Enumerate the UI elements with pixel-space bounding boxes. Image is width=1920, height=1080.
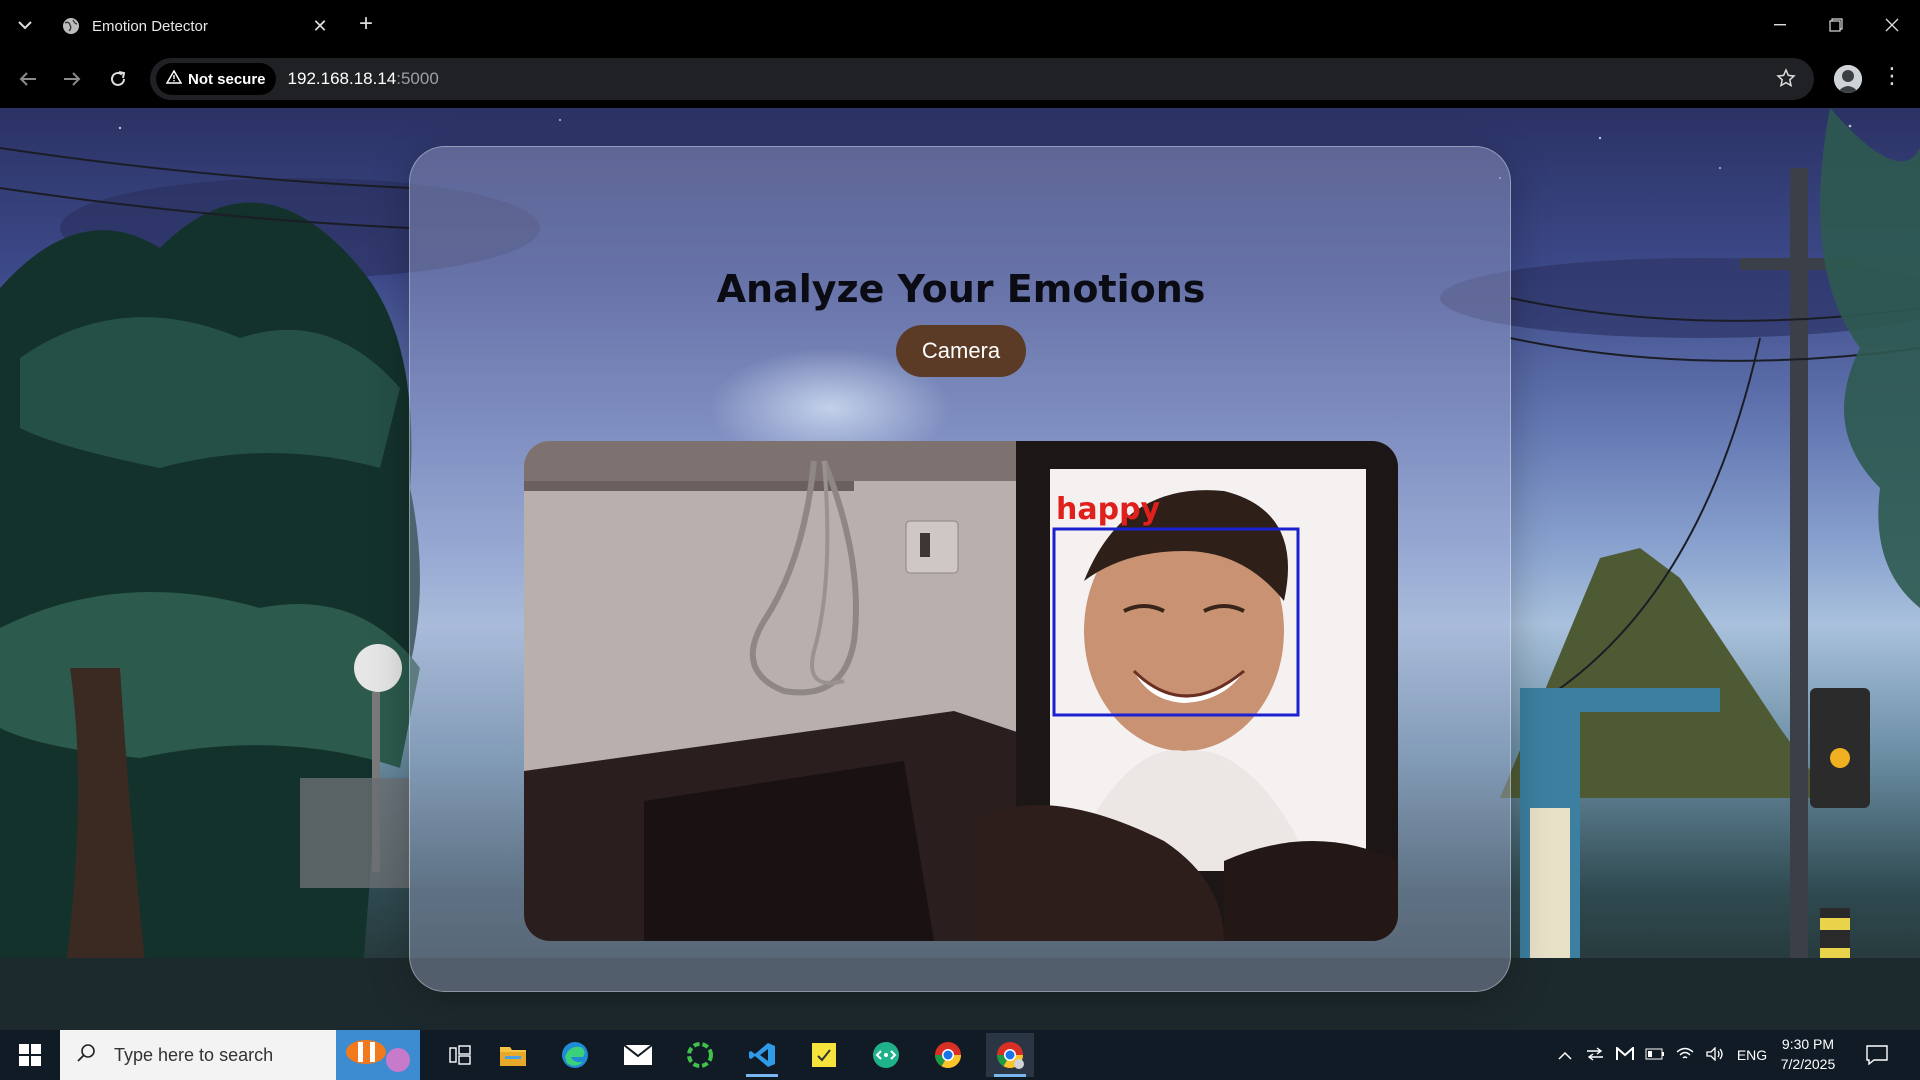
back-button[interactable]: [6, 57, 50, 101]
clock-time: 9:30 PM: [1781, 1036, 1835, 1052]
warning-icon: [165, 69, 183, 88]
clock[interactable]: 9:30 PM 7/2/2025: [1760, 1034, 1856, 1074]
page-viewport: Analyze Your Emotions Camera happy: [0, 108, 1920, 1030]
system-tray: ENG: [1550, 1030, 1774, 1080]
camera-feed: happy: [524, 441, 1398, 941]
remote-app-icon[interactable]: [862, 1033, 910, 1077]
browser-tab[interactable]: Emotion Detector ✕: [50, 6, 340, 46]
start-button[interactable]: [0, 1030, 60, 1080]
tab-title: Emotion Detector: [92, 17, 208, 35]
green-circle-app-icon[interactable]: [676, 1033, 724, 1077]
chrome-profile-icon[interactable]: [986, 1033, 1034, 1077]
profile-avatar[interactable]: [1834, 65, 1862, 93]
search-placeholder: Type here to search: [114, 1044, 274, 1065]
globe-icon: [63, 18, 79, 34]
clock-date: 7/2/2025: [1780, 1056, 1836, 1072]
url-host: 192.168.18.14: [287, 69, 397, 88]
sync-icon[interactable]: [1580, 1046, 1610, 1064]
windows-taskbar: Type here to search ENG 9:30 PM 7/2/2025: [0, 1030, 1920, 1080]
security-chip[interactable]: Not secure: [156, 63, 276, 95]
new-tab-button[interactable]: +: [352, 10, 380, 38]
close-tab-icon[interactable]: ✕: [308, 14, 332, 38]
minimize-icon[interactable]: [1752, 0, 1808, 50]
sticky-notes-icon[interactable]: [800, 1033, 848, 1077]
file-explorer-icon[interactable]: [489, 1033, 537, 1077]
forward-button[interactable]: [50, 57, 94, 101]
reload-icon: [111, 71, 126, 86]
emotion-label: happy: [1056, 492, 1161, 527]
chrome-icon[interactable]: [924, 1033, 972, 1077]
windows-logo-icon: [19, 1044, 41, 1066]
browser-toolbar: Not secure 192.168.18.14:5000 ⋮: [0, 50, 1920, 108]
url-text: 192.168.18.14:5000: [288, 69, 439, 89]
search-highlight-icon: [336, 1030, 420, 1080]
gmail-icon[interactable]: [1610, 1045, 1640, 1064]
search-icon: [76, 1043, 100, 1068]
vscode-icon[interactable]: [738, 1033, 786, 1077]
reload-button[interactable]: [96, 57, 140, 101]
chevron-down-icon: [18, 21, 32, 30]
security-label: Not secure: [188, 70, 266, 88]
bookmark-star-icon[interactable]: [1776, 68, 1796, 94]
page-title: Analyze Your Emotions: [716, 267, 1206, 311]
volume-icon[interactable]: [1700, 1045, 1730, 1064]
taskbar-search[interactable]: Type here to search: [60, 1030, 420, 1080]
camera-feed-image: happy: [524, 441, 1398, 941]
tab-strip: Emotion Detector ✕ +: [0, 0, 1920, 50]
browser-menu-icon[interactable]: ⋮: [1880, 63, 1904, 89]
address-bar[interactable]: Not secure 192.168.18.14:5000: [150, 58, 1814, 100]
arrow-left-icon: [19, 72, 36, 86]
battery-icon[interactable]: [1640, 1047, 1670, 1063]
emotion-card: Analyze Your Emotions Camera happy: [409, 146, 1511, 992]
camera-button[interactable]: Camera: [896, 325, 1026, 377]
restore-icon[interactable]: [1808, 0, 1864, 50]
tab-search-button[interactable]: [0, 0, 50, 50]
avatar-icon: [1834, 65, 1862, 93]
close-window-icon[interactable]: [1864, 0, 1920, 50]
mail-icon[interactable]: [614, 1033, 662, 1077]
edge-icon[interactable]: [551, 1033, 599, 1077]
window-controls: [1752, 0, 1920, 50]
notification-center-icon[interactable]: [1862, 1040, 1892, 1070]
chevron-up-icon[interactable]: [1550, 1047, 1580, 1063]
wifi-icon[interactable]: [1670, 1047, 1700, 1064]
task-view-icon[interactable]: [436, 1033, 484, 1077]
arrow-right-icon: [64, 72, 81, 86]
url-port: :5000: [396, 69, 439, 88]
